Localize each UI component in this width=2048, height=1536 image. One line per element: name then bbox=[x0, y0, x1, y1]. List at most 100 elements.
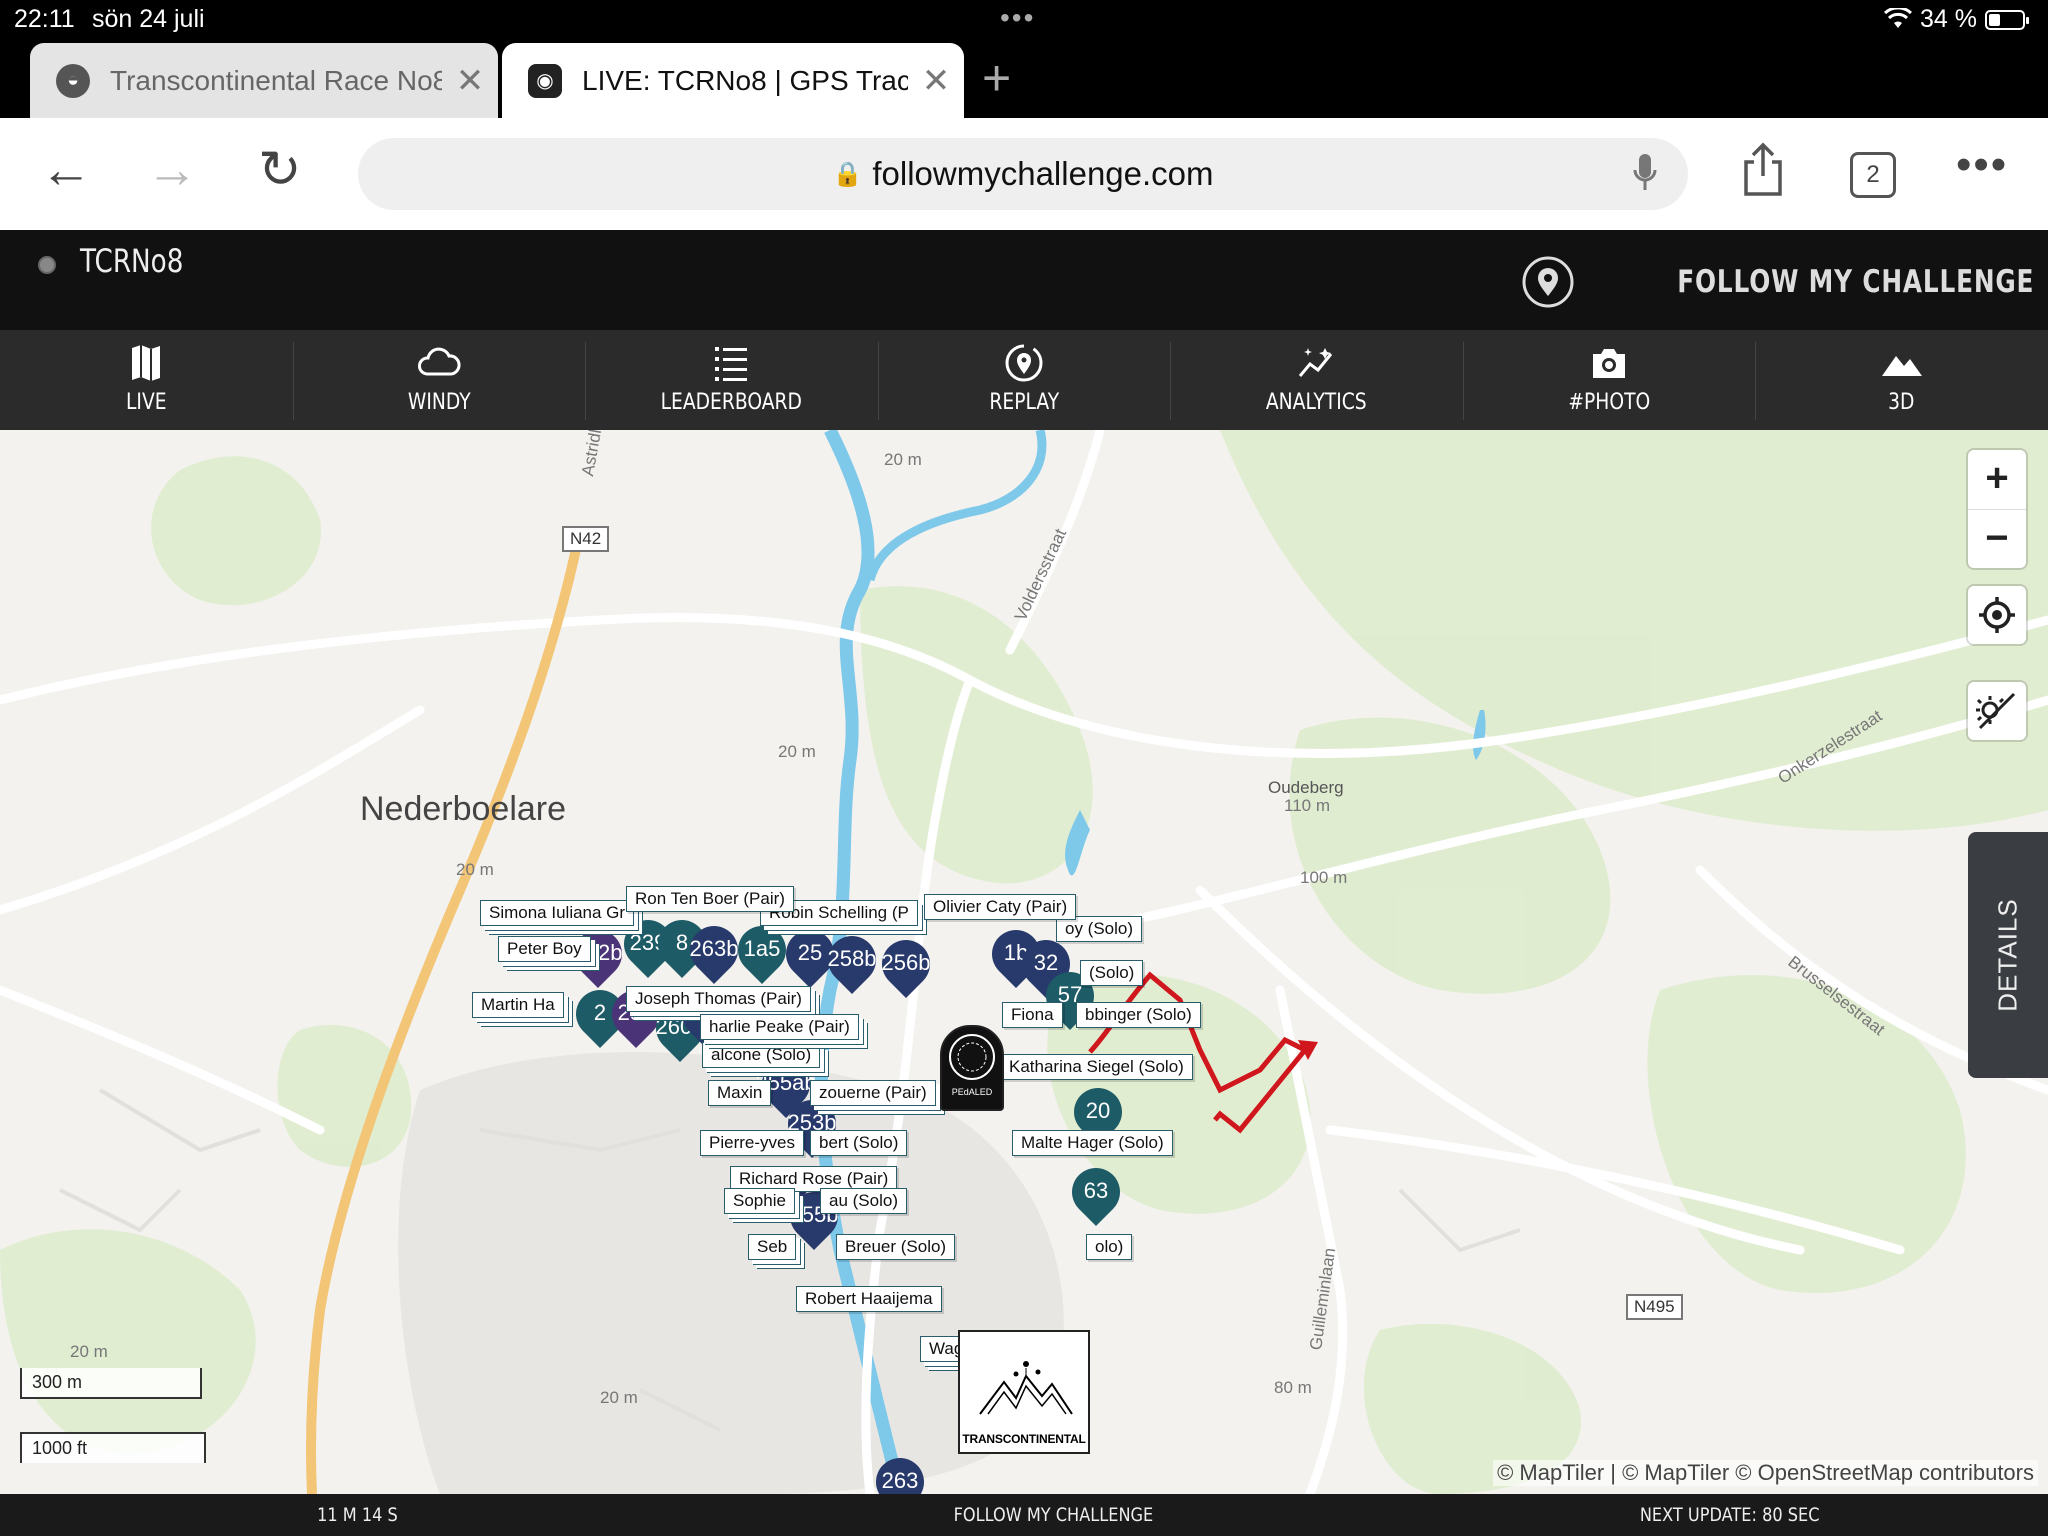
hill-label: Oudeberg bbox=[1268, 778, 1344, 797]
footer-brand: FOLLOW MY CHALLENGE bbox=[953, 1504, 1154, 1526]
rider-marker[interactable]: 263 bbox=[866, 1448, 934, 1494]
rider-marker[interactable]: 63 bbox=[1062, 1158, 1130, 1228]
map-icon bbox=[132, 345, 161, 381]
battery-icon bbox=[1985, 10, 2029, 30]
menu-label: REPLAY bbox=[989, 390, 1059, 415]
rider-tag[interactable]: olo) bbox=[1086, 1234, 1133, 1260]
contour-label: 20 m bbox=[456, 860, 494, 879]
rider-tag[interactable]: Olivier Caty (Pair) bbox=[924, 894, 1077, 920]
map-attribution[interactable]: © MapTiler | © MapTiler © OpenStreetMap … bbox=[1493, 1460, 2038, 1486]
rider-tag[interactable]: Breuer (Solo) bbox=[836, 1234, 956, 1260]
road-shield-n42: N42 bbox=[562, 526, 610, 552]
fmc-favicon-icon: ◉ bbox=[528, 63, 562, 98]
close-tab-icon[interactable]: ✕ bbox=[442, 61, 498, 101]
rider-tag[interactable]: Joseph Thomas (Pair) bbox=[626, 986, 811, 1012]
menu-label: WINDY bbox=[407, 390, 471, 415]
rider-tag[interactable]: au (Solo) bbox=[820, 1188, 907, 1214]
list-icon bbox=[715, 347, 748, 381]
details-label: DETAILS bbox=[1992, 898, 2023, 1012]
contour-label: 20 m bbox=[778, 742, 816, 761]
tcr-favicon-icon: ◒ bbox=[56, 63, 90, 98]
tab-title: Transcontinental Race No8 bbox=[110, 64, 442, 96]
elapsed-timer: 11 M 14 S bbox=[317, 1504, 398, 1526]
mountain-icon bbox=[1881, 356, 1922, 376]
contour-label: 80 m bbox=[1274, 1378, 1312, 1397]
brand-logo[interactable]: FOLLOW MY CHALLENGE bbox=[1520, 254, 2034, 310]
replay-icon bbox=[1005, 344, 1043, 382]
details-panel-toggle[interactable]: DETAILS bbox=[1968, 832, 2048, 1078]
clock: 22:11 bbox=[14, 5, 75, 33]
event-name: TCRNo8 bbox=[80, 242, 184, 280]
menu-label: 3D bbox=[1888, 390, 1915, 415]
tab-bar: ◒ Transcontinental Race No8 ✕ ◉ LIVE: TC… bbox=[0, 40, 2048, 118]
forward-arrow-icon[interactable]: → bbox=[146, 140, 198, 200]
rider-tag[interactable]: bbinger (Solo) bbox=[1076, 1002, 1201, 1028]
url-field[interactable]: 🔒 followmychallenge.com bbox=[358, 138, 1688, 210]
menu-live[interactable]: LIVE bbox=[0, 330, 293, 430]
zoom-out-button[interactable]: − bbox=[1968, 509, 2026, 568]
hill-height-label: 110 m bbox=[1284, 796, 1330, 815]
zoom-in-button[interactable]: + bbox=[1968, 450, 2026, 509]
menu-label: ANALYTICS bbox=[1266, 390, 1367, 415]
location-pin-logo-icon bbox=[1522, 256, 1574, 308]
menu-replay[interactable]: REPLAY bbox=[877, 330, 1171, 430]
rider-tag[interactable]: harlie Peake (Pair) bbox=[700, 1014, 859, 1040]
crosshair-icon bbox=[1979, 597, 2015, 633]
zoom-control: + − bbox=[1968, 450, 2026, 568]
rider-tag[interactable]: (Solo) bbox=[1080, 960, 1144, 986]
battery-percentage: 34 % bbox=[1920, 5, 1977, 33]
menu-leaderboard[interactable]: LEADERBOARD bbox=[585, 330, 878, 430]
shield-logo-icon bbox=[949, 1034, 995, 1080]
town-label: Nederboelare bbox=[360, 790, 567, 828]
scale-bar-metric: 300 m bbox=[20, 1368, 202, 1399]
next-update-countdown: NEXT UPDATE: 80 SEC bbox=[1639, 1504, 1820, 1526]
camera-icon bbox=[1593, 349, 1626, 378]
new-tab-icon[interactable]: + bbox=[982, 48, 1011, 108]
menu-windy[interactable]: WINDY bbox=[292, 330, 586, 430]
contour-label: 100 m bbox=[1300, 868, 1348, 887]
close-tab-icon[interactable]: ✕ bbox=[908, 61, 964, 101]
rider-tag[interactable]: Peter Boy bbox=[498, 936, 591, 962]
rider-tag[interactable]: Ron Ten Boer (Pair) bbox=[626, 886, 794, 912]
rider-tag[interactable]: Malte Hager (Solo) bbox=[1012, 1130, 1173, 1156]
tab-transcontinental[interactable]: ◒ Transcontinental Race No8 ✕ bbox=[30, 43, 498, 118]
transcontinental-logo[interactable]: TRANSCONTINENTAL bbox=[958, 1330, 1090, 1454]
menu-label: LIVE bbox=[126, 390, 167, 415]
tab-count-button[interactable]: 2 bbox=[1850, 152, 1896, 198]
multitasking-dots-icon[interactable]: ••• bbox=[1000, 2, 1035, 34]
road-shield-n495: N495 bbox=[1626, 1294, 1683, 1320]
analytics-icon bbox=[1298, 348, 1332, 377]
pedaled-logo[interactable]: PEdALED bbox=[940, 1025, 1004, 1111]
reload-icon[interactable]: ↻ bbox=[258, 140, 302, 200]
rider-tag[interactable]: Maxin bbox=[708, 1080, 772, 1106]
rider-tag[interactable]: alcone (Solo) bbox=[702, 1042, 821, 1068]
menu-label: #PHOTO bbox=[1568, 390, 1651, 415]
day-night-toggle[interactable] bbox=[1968, 682, 2026, 740]
rider-tag[interactable]: Robert Haaijema bbox=[796, 1286, 942, 1312]
rider-tag[interactable]: zouerne (Pair) bbox=[810, 1080, 936, 1106]
contour-label: 20 m bbox=[70, 1342, 108, 1361]
share-icon[interactable] bbox=[1740, 142, 1786, 198]
rider-tag[interactable]: Martin Ha bbox=[472, 992, 564, 1018]
locate-button[interactable] bbox=[1968, 586, 2026, 644]
rider-tag[interactable]: Pierre-yves bbox=[700, 1130, 804, 1156]
more-options-icon[interactable]: ••• bbox=[1956, 140, 2008, 190]
microphone-icon[interactable] bbox=[1632, 152, 1658, 194]
rider-tag[interactable]: Katharina Siegel (Solo) bbox=[1000, 1054, 1193, 1080]
rider-marker[interactable]: 256b bbox=[872, 930, 940, 1000]
menu-photo[interactable]: #PHOTO bbox=[1462, 330, 1756, 430]
rider-tag[interactable]: Simona Iuliana Gr bbox=[480, 900, 635, 926]
mountains-logo-icon bbox=[979, 1361, 1073, 1415]
tab-live-tracking[interactable]: ◉ LIVE: TCRNo8 | GPS Tracking ✕ bbox=[502, 43, 964, 118]
cloud-icon bbox=[417, 347, 461, 376]
rider-tag[interactable]: Seb bbox=[748, 1234, 797, 1260]
url-text: followmychallenge.com bbox=[872, 155, 1214, 192]
map-canvas[interactable]: Astridlaan Voldersstraat Onkerzelestraat… bbox=[0, 430, 2048, 1494]
rider-tag[interactable]: Sophie bbox=[724, 1188, 795, 1214]
rider-tag[interactable]: bert (Solo) bbox=[810, 1130, 908, 1156]
back-arrow-icon[interactable]: ← bbox=[40, 140, 92, 200]
menu-analytics[interactable]: ANALYTICS bbox=[1170, 330, 1463, 430]
brand-name: FOLLOW MY CHALLENGE bbox=[1676, 264, 2034, 300]
menu-3d[interactable]: 3D bbox=[1755, 330, 2048, 430]
rider-tag[interactable]: Fiona bbox=[1002, 1002, 1063, 1028]
